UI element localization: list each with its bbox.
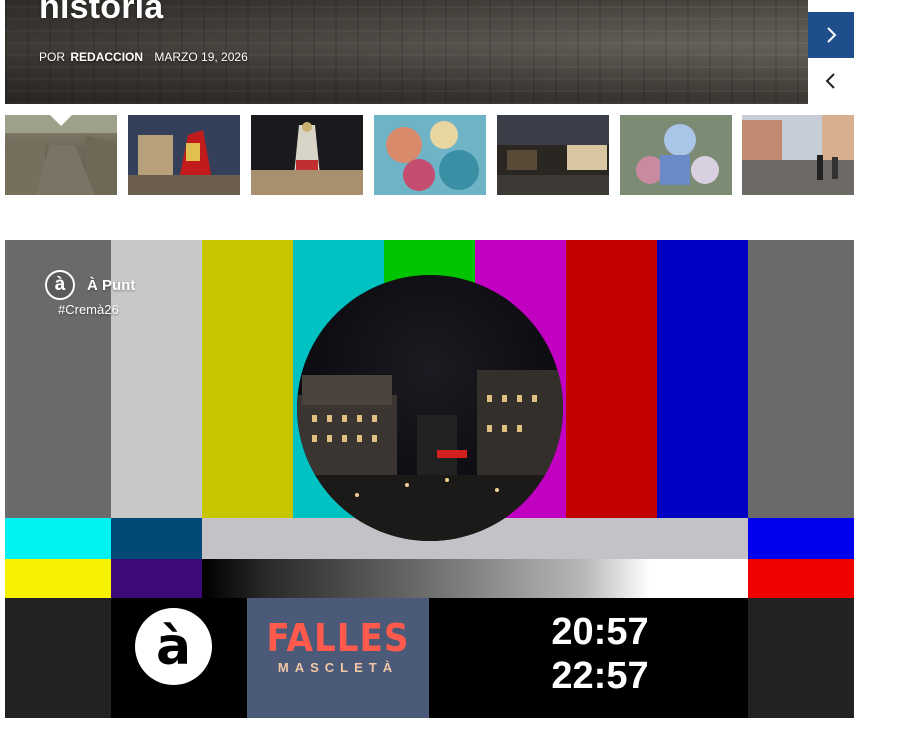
thumb-image [742, 115, 854, 195]
falles-word: FALLES [266, 616, 410, 660]
next-slide-button[interactable] [808, 12, 854, 58]
night-city-image [297, 370, 563, 541]
thumb-night-stalls[interactable] [497, 115, 609, 195]
meta-author[interactable]: REDACCION [70, 50, 143, 64]
thumb-image [374, 115, 486, 195]
thumb-image [251, 115, 363, 195]
broadcast-video[interactable]: à À Punt #Cremà26 à FALLES MASCLETÀ 20:5… [5, 240, 854, 718]
thumb-virgin-offering[interactable] [251, 115, 363, 195]
thumb-image [620, 115, 732, 195]
grayscale-ramp [202, 559, 748, 598]
color-bar-gray-right [748, 240, 854, 518]
thumb-image [5, 115, 117, 195]
chevron-right-icon [827, 27, 837, 43]
color-bar-blue [657, 240, 748, 518]
thumb-colorful-falla[interactable] [374, 115, 486, 195]
time-second: 22:57 [551, 655, 649, 697]
color-bar-red [566, 240, 657, 518]
strip-blue [748, 518, 854, 559]
thumb-image [497, 115, 609, 195]
thumb-image [128, 115, 240, 195]
a-punt-channel-logo: à [135, 608, 212, 685]
a-punt-brand: à À Punt [45, 270, 135, 300]
strip-navy [111, 518, 202, 559]
thumb-ninot-figures[interactable] [620, 115, 732, 195]
chevron-left-icon [825, 73, 835, 89]
bottom-block-right [748, 598, 854, 718]
thumbnail-strip [5, 115, 854, 195]
meta-date: MARZO 19, 2026 [154, 50, 248, 64]
thumb-city-crowd[interactable] [742, 115, 854, 195]
strip-purple [111, 559, 202, 598]
strip-yellow [5, 559, 111, 598]
thumb-old-street[interactable] [5, 115, 117, 195]
night-city-camera-view [297, 275, 563, 541]
active-thumb-pointer [50, 115, 72, 126]
a-punt-logo-icon: à [45, 270, 75, 300]
thumb-church-falla[interactable] [128, 115, 240, 195]
meta-by: POR [39, 50, 66, 64]
falles-mascleta-logo: FALLES MASCLETÀ [247, 598, 429, 718]
mascleta-word: MASCLETÀ [277, 660, 399, 675]
hero-slide[interactable]: historia POR REDACCION MARZO 19, 2026 [5, 0, 808, 104]
bottom-block-left [5, 598, 111, 718]
color-bar-yellow [202, 240, 293, 518]
strip-cyan [5, 518, 111, 559]
brand-name: À Punt [87, 276, 136, 294]
strip-red [748, 559, 854, 598]
hero-meta: POR REDACCION MARZO 19, 2026 [39, 50, 248, 64]
broadcast-times: 20:57 22:57 [525, 610, 675, 698]
hero-title[interactable]: historia [39, 0, 163, 27]
time-first: 20:57 [551, 611, 649, 653]
hashtag: #Cremà26 [58, 302, 119, 317]
prev-slide-button[interactable] [808, 58, 854, 104]
